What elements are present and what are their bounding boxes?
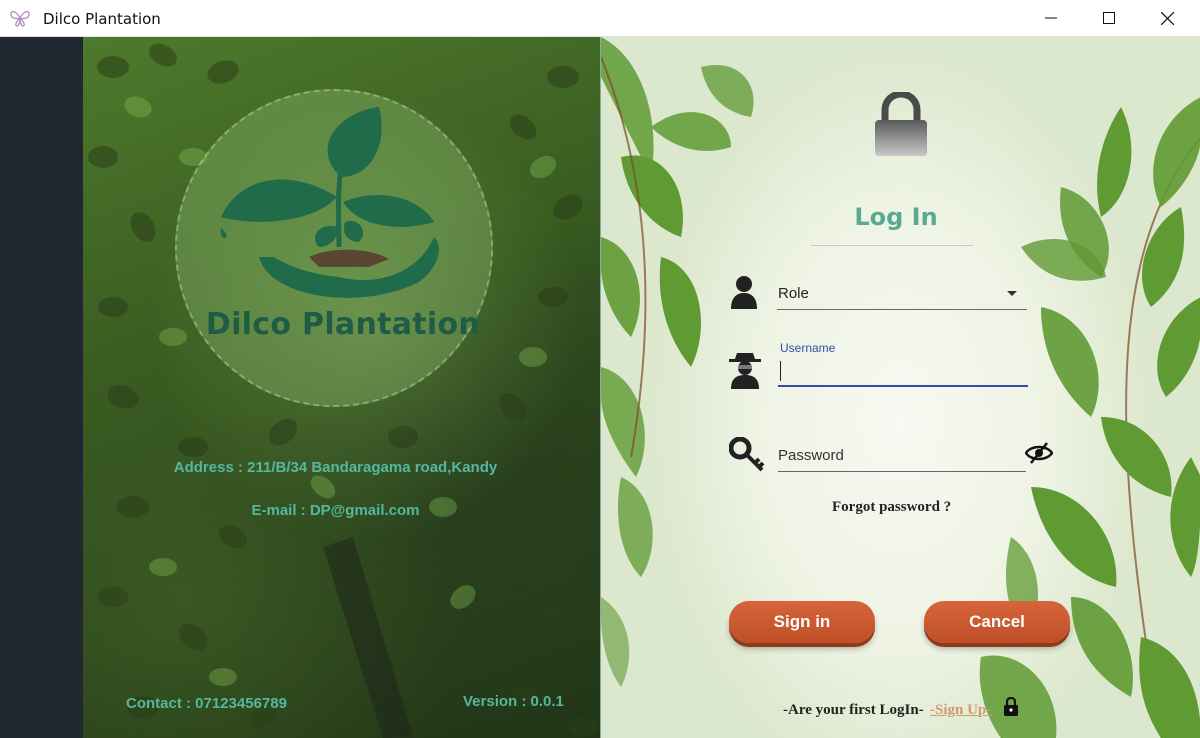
title-bar: Dilco Plantation: [0, 0, 1200, 37]
username-label: Username: [780, 341, 836, 355]
password-input[interactable]: [778, 441, 1026, 469]
maximize-button[interactable]: [1080, 0, 1138, 36]
close-button[interactable]: [1138, 0, 1196, 36]
eye-slash-icon[interactable]: [1025, 442, 1053, 464]
butterfly-icon: [10, 10, 30, 27]
sprout-in-hand-icon: [220, 107, 439, 298]
login-title: Log In: [854, 203, 938, 231]
maximize-icon: [1103, 12, 1115, 24]
lock-icon: [875, 92, 927, 156]
version-text: Version : 0.0.1: [463, 693, 564, 710]
sidebar-strip: [0, 37, 83, 738]
contact-text: Contact : 07123456789: [126, 695, 287, 712]
close-icon: [1160, 11, 1174, 25]
spy-icon: [729, 353, 761, 389]
login-panel: Log In Role Username Forgot password ? S…: [600, 37, 1200, 738]
user-icon: [731, 276, 757, 309]
role-select[interactable]: Role: [777, 279, 1027, 310]
key-icon: [729, 437, 765, 472]
brand-name: Dilco Plantation: [205, 307, 481, 342]
padlock-icon: [1004, 697, 1018, 716]
password-field[interactable]: [778, 441, 1026, 472]
window-title: Dilco Plantation: [43, 10, 161, 28]
sign-up-link[interactable]: -Sign Up-: [930, 702, 991, 719]
username-input[interactable]: [778, 357, 1028, 383]
role-select-value: Role: [778, 285, 809, 302]
chevron-down-icon: [1007, 291, 1017, 296]
minimize-icon: [1045, 17, 1057, 19]
first-login-text: -Are your first LogIn-: [783, 702, 924, 718]
email-text: E-mail : DP@gmail.com: [251, 502, 420, 519]
minimize-button[interactable]: [1022, 0, 1080, 36]
text-caret: [780, 361, 781, 381]
address-text: Address : 211/B/34 Bandaragama road,Kand…: [173, 459, 498, 476]
cancel-button[interactable]: Cancel: [924, 601, 1070, 643]
forgot-password-link[interactable]: Forgot password ?: [832, 499, 951, 516]
title-divider: [811, 245, 973, 246]
username-field[interactable]: [778, 357, 1028, 387]
sign-in-button[interactable]: Sign in: [729, 601, 875, 643]
branding-panel: Dilco Plantation Address : 211/B/34 Band…: [83, 37, 600, 738]
